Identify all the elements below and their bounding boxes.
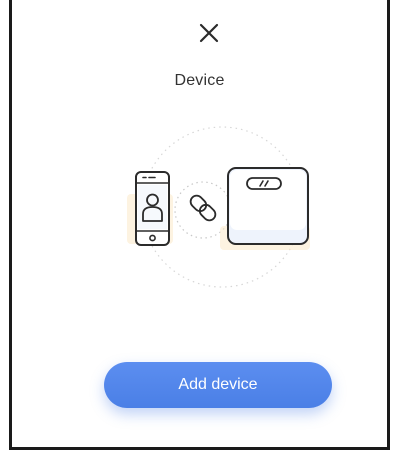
device-illustration <box>127 126 310 288</box>
scale-icon <box>220 167 310 250</box>
close-icon <box>199 23 219 43</box>
device-dialog: Device Add device <box>9 0 390 450</box>
link-icon <box>189 194 217 222</box>
add-device-button[interactable]: Add device <box>104 362 332 408</box>
dialog-title: Device <box>174 72 225 89</box>
phone-user-icon <box>127 171 173 246</box>
close-button[interactable] <box>198 22 220 44</box>
